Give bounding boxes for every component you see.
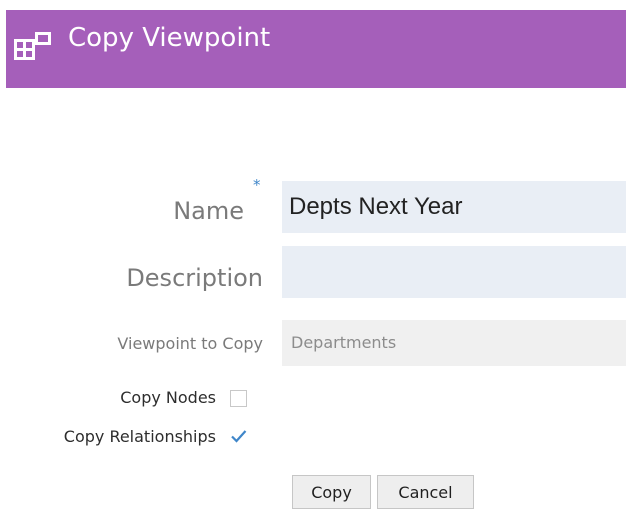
- required-marker: *: [253, 176, 261, 194]
- copy-nodes-label: Copy Nodes: [120, 388, 216, 407]
- checkmark-icon: [231, 430, 247, 443]
- description-input[interactable]: [282, 246, 626, 298]
- copy-relationships-checkbox[interactable]: [230, 428, 247, 445]
- copy-relationships-label: Copy Relationships: [63, 427, 216, 446]
- viewpoint-to-copy-label: Viewpoint to Copy: [117, 334, 263, 353]
- copy-nodes-checkbox[interactable]: [230, 390, 247, 407]
- name-input[interactable]: [282, 181, 626, 233]
- dialog-title: Copy Viewpoint: [68, 23, 271, 53]
- copy-button[interactable]: Copy: [292, 475, 371, 509]
- name-label: Name: [173, 197, 244, 225]
- cancel-button[interactable]: Cancel: [377, 475, 474, 509]
- dialog-header: Copy Viewpoint: [6, 10, 626, 88]
- viewpoint-to-copy-field: Departments: [282, 320, 626, 366]
- description-label: Description: [126, 264, 263, 292]
- viewpoint-copy-icon: [14, 32, 51, 60]
